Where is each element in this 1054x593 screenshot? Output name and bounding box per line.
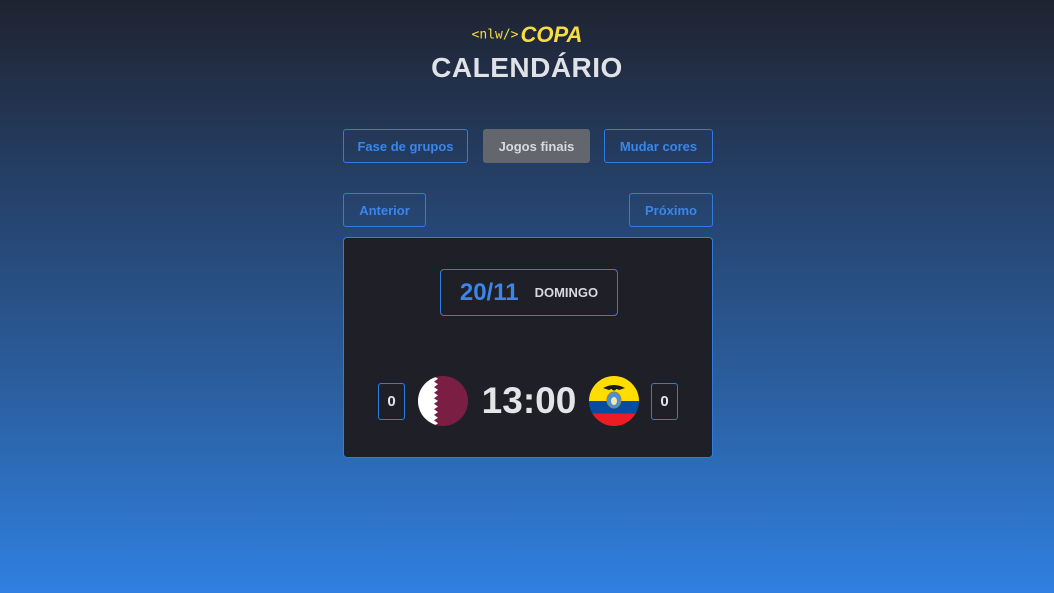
tab-jogos-finais[interactable]: Jogos finais bbox=[483, 129, 590, 163]
away-score: 0 bbox=[651, 383, 678, 420]
logo-tag: <nlw/> bbox=[471, 27, 519, 43]
match-time: 13:00 bbox=[481, 380, 577, 421]
qatar-flag-icon bbox=[418, 376, 468, 426]
page-title: CALENDÁRIO bbox=[431, 52, 623, 83]
match-weekday: DOMINGO bbox=[534, 285, 599, 300]
previous-button[interactable]: Anterior bbox=[343, 193, 426, 227]
match-date: 20/11 bbox=[459, 278, 519, 306]
logo-brand: COPA bbox=[520, 22, 583, 47]
match-card: 20/11 DOMINGO 0 13:00 0 bbox=[343, 237, 713, 458]
home-score: 0 bbox=[378, 383, 405, 420]
logo: <nlw/>COPA bbox=[0, 22, 1054, 47]
date-badge: 20/11 DOMINGO bbox=[440, 269, 618, 316]
next-button[interactable]: Próximo bbox=[629, 193, 713, 227]
ecuador-flag-icon bbox=[589, 376, 639, 426]
tab-fase-de-grupos[interactable]: Fase de grupos bbox=[343, 129, 468, 163]
tab-mudar-cores[interactable]: Mudar cores bbox=[604, 129, 713, 163]
